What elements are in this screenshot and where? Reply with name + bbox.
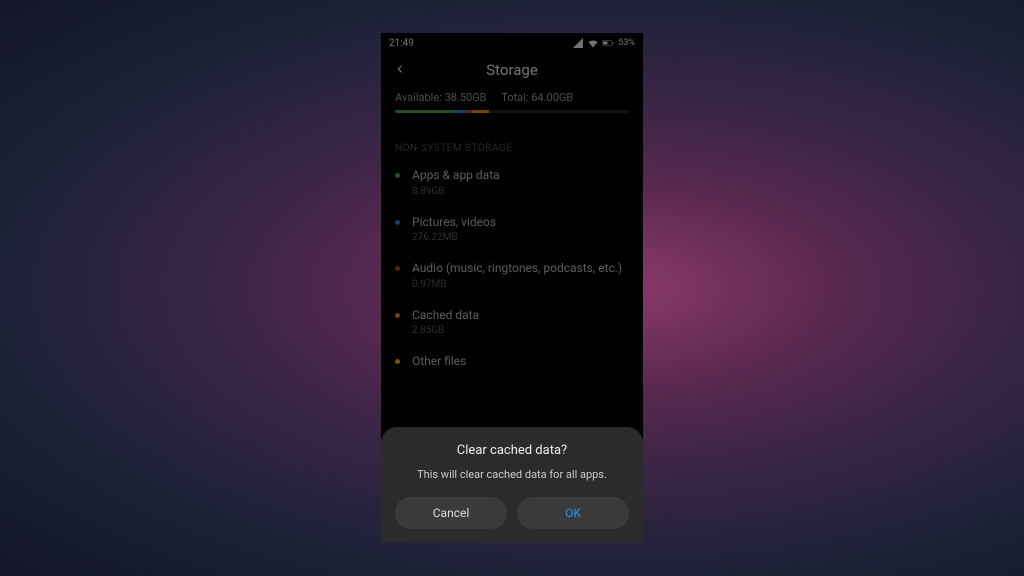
dialog-title: Clear cached data? [395,443,629,458]
cancel-button[interactable]: Cancel [395,497,507,529]
phone-screen: 21:49 53% Storage Available: 38.50GB Tot… [381,33,643,543]
clear-cache-dialog: Clear cached data? This will clear cache… [381,427,643,543]
ok-button[interactable]: OK [517,497,629,529]
dialog-message: This will clear cached data for all apps… [395,468,629,481]
